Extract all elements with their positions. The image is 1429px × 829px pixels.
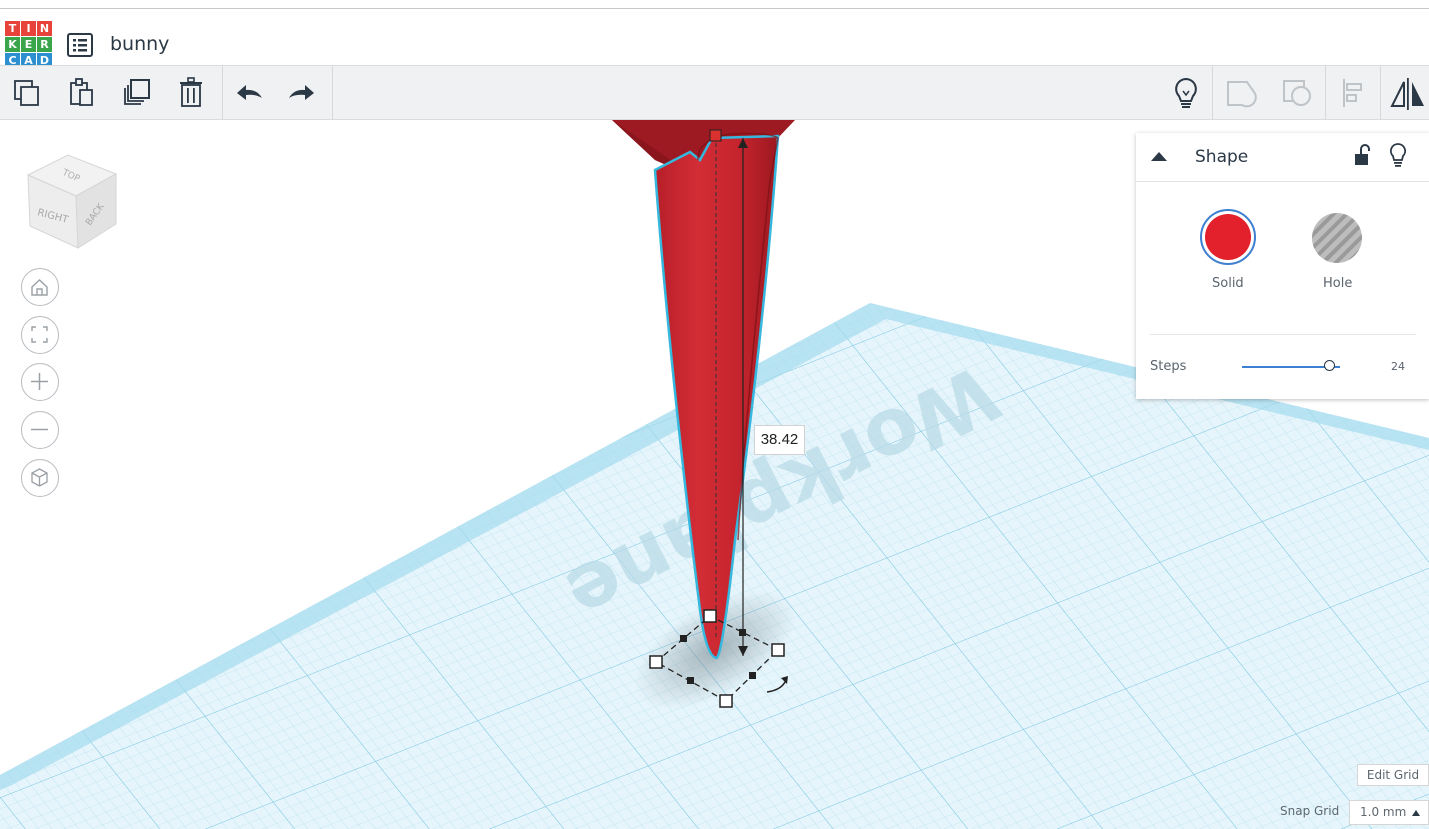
inspector-header: Shape (1136, 133, 1429, 182)
align-icon[interactable] (1334, 74, 1374, 112)
delete-icon[interactable] (172, 74, 212, 112)
corner-handle[interactable] (649, 655, 663, 669)
unlock-icon[interactable] (1353, 143, 1371, 172)
copy-icon[interactable] (8, 74, 48, 112)
snap-grid-select[interactable]: 1.0 mm (1349, 800, 1429, 825)
lightbulb-icon[interactable] (1389, 142, 1407, 173)
paste-icon[interactable] (62, 74, 102, 112)
tinkercad-logo[interactable]: T I N K E R C A D (5, 21, 53, 69)
redo-icon[interactable] (282, 74, 322, 112)
toolbar (0, 65, 1429, 120)
view-cube[interactable]: TOP RIGHT BACK (24, 152, 120, 250)
logo-letter: K (5, 37, 20, 52)
lightbulb-icon[interactable] (1166, 74, 1206, 112)
list-icon[interactable] (67, 33, 93, 57)
corner-handle[interactable] (719, 694, 733, 708)
undo-icon[interactable] (229, 74, 269, 112)
mirror-icon[interactable] (1387, 74, 1427, 112)
zoom-out-icon[interactable] (21, 411, 59, 449)
solid-option[interactable] (1200, 209, 1256, 265)
toolbar-separator (332, 66, 333, 120)
title-bar: T I N K E R C A D bunny (0, 9, 1429, 68)
solid-label: Solid (1212, 276, 1244, 291)
group-icon[interactable] (1221, 74, 1261, 112)
corner-handle[interactable] (771, 643, 785, 657)
solid-color-swatch[interactable] (1205, 214, 1251, 260)
caret-up-icon (1412, 810, 1420, 816)
corner-handle[interactable] (703, 609, 717, 623)
steps-label: Steps (1150, 359, 1187, 374)
hole-label: Hole (1323, 276, 1353, 291)
logo-letter: T (5, 21, 20, 36)
snap-grid-label: Snap Grid (1280, 804, 1340, 818)
logo-letter: E (21, 37, 36, 52)
height-handle[interactable] (709, 129, 722, 142)
steps-value: 24 (1391, 360, 1405, 373)
steps-slider-track[interactable] (1242, 360, 1340, 371)
logo-letter: I (21, 21, 36, 36)
toolbar-separator (1212, 66, 1213, 120)
snap-grid-value: 1.0 mm (1360, 805, 1407, 819)
shape-inspector: Shape Solid Hole Steps 24 (1136, 133, 1429, 399)
edge-handle[interactable] (749, 672, 756, 679)
edge-handle[interactable] (687, 677, 694, 684)
project-title[interactable]: bunny (110, 33, 169, 55)
toolbar-separator (1380, 66, 1381, 120)
steps-slider-thumb[interactable] (1323, 360, 1335, 371)
ungroup-icon[interactable] (1277, 74, 1317, 112)
perspective-icon[interactable] (21, 459, 59, 497)
logo-letter: N (37, 21, 52, 36)
edge-handle[interactable] (680, 635, 687, 642)
duplicate-icon[interactable] (117, 74, 157, 112)
logo-letter: R (37, 37, 52, 52)
height-dimension-field[interactable]: 38.42 (754, 425, 805, 455)
edge-handle[interactable] (739, 629, 746, 636)
zoom-in-icon[interactable] (21, 363, 59, 401)
fit-all-icon[interactable] (21, 316, 59, 354)
inspector-title: Shape (1195, 147, 1249, 167)
hole-option[interactable] (1312, 213, 1362, 263)
home-view-icon[interactable] (21, 268, 59, 306)
edit-grid-button[interactable]: Edit Grid (1357, 764, 1429, 786)
inspector-divider (1150, 334, 1416, 335)
collapse-icon[interactable] (1150, 149, 1168, 168)
toolbar-separator (222, 66, 223, 120)
toolbar-separator (1325, 66, 1326, 120)
